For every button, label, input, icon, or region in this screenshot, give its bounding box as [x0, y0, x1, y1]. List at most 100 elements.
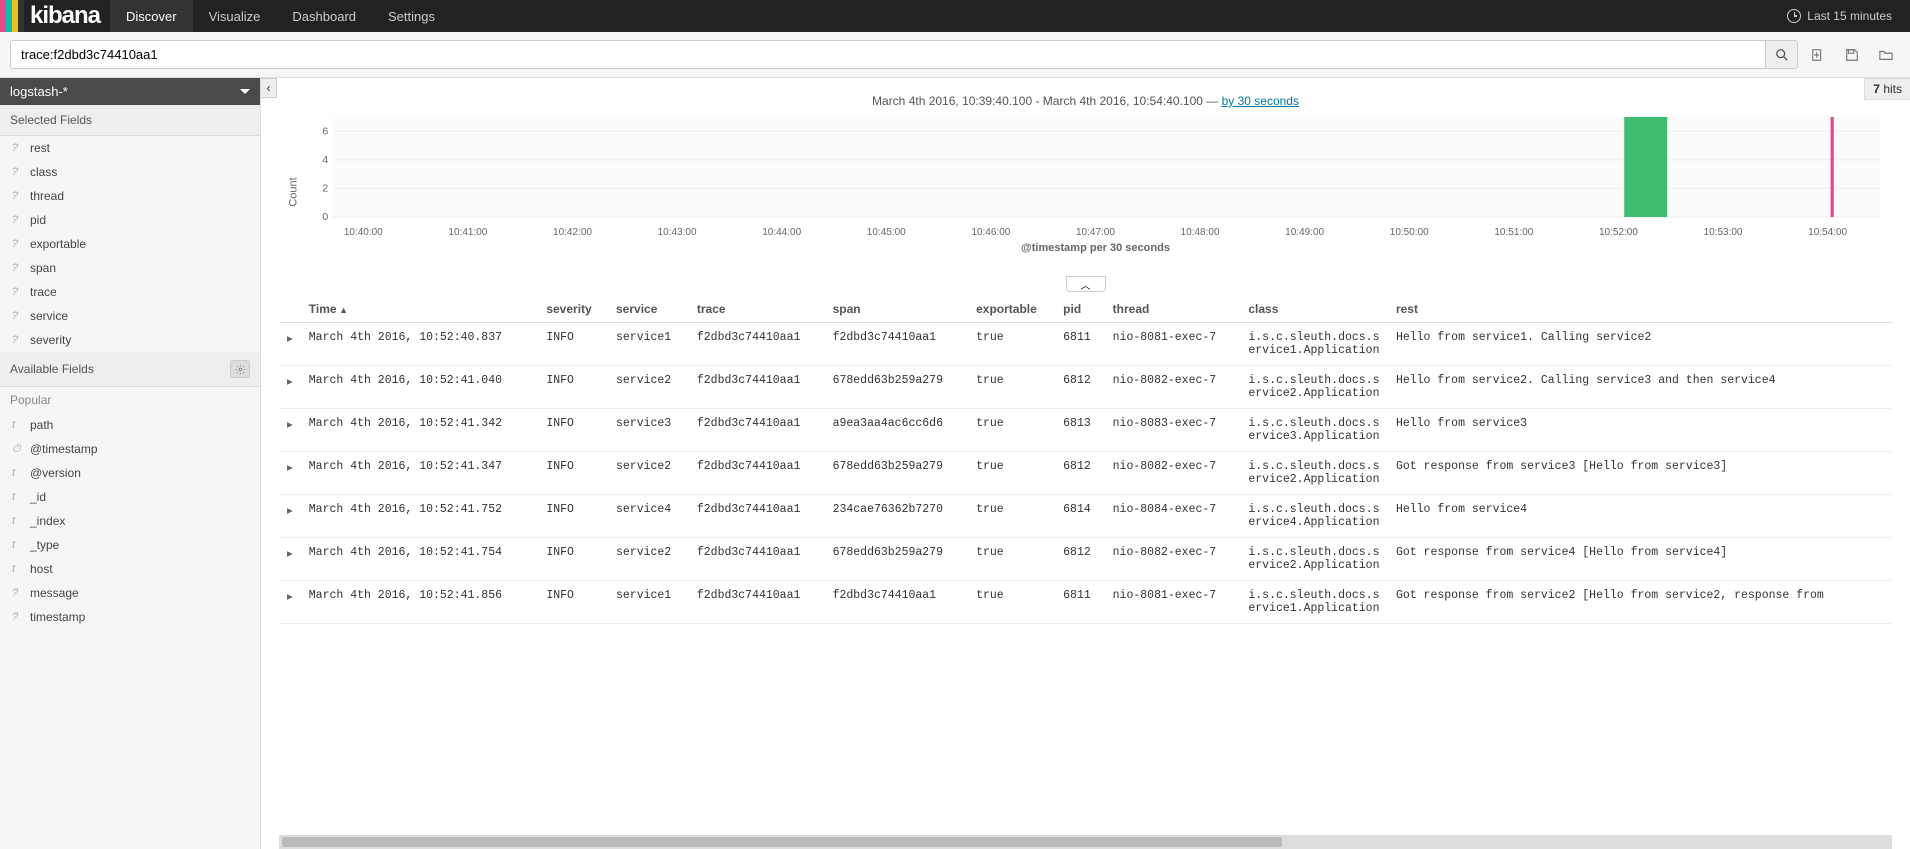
field-severity[interactable]: ?severity [0, 328, 260, 352]
histogram-bar[interactable] [1624, 117, 1667, 217]
expand-row-button[interactable]: ▸ [279, 495, 301, 538]
cell-trace: f2dbd3c74410aa1 [689, 323, 825, 366]
field-pid[interactable]: ?pid [0, 208, 260, 232]
field-thread[interactable]: ? thread [0, 184, 260, 208]
col-time[interactable]: Time [301, 296, 539, 323]
expand-row-button[interactable]: ▸ [279, 452, 301, 495]
cell-pid: 6814 [1055, 495, 1105, 538]
cell-rest: Got response from service3 [Hello from s… [1388, 452, 1892, 495]
cell-thread: nio-8082-exec-7 [1105, 538, 1241, 581]
field-timestamp[interactable]: ?timestamp [0, 605, 260, 629]
expand-row-button[interactable]: ▸ [279, 538, 301, 581]
field-type-icon: ? [12, 238, 22, 250]
time-picker-label: Last 15 minutes [1807, 9, 1892, 23]
field-name: thread [30, 189, 64, 203]
field-rest[interactable]: ?rest [0, 136, 260, 160]
col-exportable[interactable]: exportable [968, 296, 1055, 323]
time-picker[interactable]: Last 15 minutes [1787, 0, 1910, 32]
cell-time: March 4th 2016, 10:52:40.837 [301, 323, 539, 366]
field-type-icon: ⏱ [12, 443, 22, 456]
cell-service: service4 [608, 495, 689, 538]
histogram-bar[interactable] [1831, 117, 1834, 217]
field-path[interactable]: tpath [0, 413, 260, 437]
x-tick: 10:52:00 [1566, 227, 1671, 238]
time-range-display: March 4th 2016, 10:39:40.100 - March 4th… [261, 78, 1910, 112]
horizontal-scrollbar[interactable] [279, 835, 1892, 849]
field-@timestamp[interactable]: ⏱@timestamp [0, 437, 260, 461]
field-host[interactable]: thost [0, 557, 260, 581]
svg-text:0: 0 [322, 212, 328, 222]
table-row: ▸March 4th 2016, 10:52:40.837INFOservice… [279, 323, 1892, 366]
field-name: _index [30, 514, 65, 528]
top-navbar: kibana DiscoverVisualizeDashboardSetting… [0, 0, 1910, 32]
table-row: ▸March 4th 2016, 10:52:41.856INFOservice… [279, 581, 1892, 624]
nav-tab-dashboard[interactable]: Dashboard [276, 0, 372, 32]
x-tick: 10:53:00 [1671, 227, 1776, 238]
cell-class: i.s.c.sleuth.docs.service2.Application [1240, 538, 1388, 581]
field-type-icon: ? [12, 190, 22, 202]
x-tick: 10:50:00 [1357, 227, 1462, 238]
field-class[interactable]: ?class [0, 160, 260, 184]
interval-link[interactable]: by 30 seconds [1222, 94, 1299, 108]
field-type-icon: t [12, 515, 22, 527]
histogram-chart[interactable]: Count 0246 10:40:0010:41:0010:42:0010:43… [261, 112, 1910, 272]
x-tick: 10:46:00 [939, 227, 1044, 238]
field-type-icon: ? [12, 142, 22, 154]
table-row: ▸March 4th 2016, 10:52:41.342INFOservice… [279, 409, 1892, 452]
nav-tab-settings[interactable]: Settings [372, 0, 451, 32]
field-@version[interactable]: t@version [0, 461, 260, 485]
field-name: path [30, 418, 53, 432]
cell-span: 678edd63b259a279 [825, 538, 969, 581]
col-service[interactable]: service [608, 296, 689, 323]
cell-thread: nio-8081-exec-7 [1105, 323, 1241, 366]
col-thread[interactable]: thread [1105, 296, 1241, 323]
svg-text:2: 2 [322, 184, 328, 195]
new-search-button[interactable] [1804, 40, 1832, 69]
cell-exportable: true [968, 538, 1055, 581]
col-pid[interactable]: pid [1055, 296, 1105, 323]
open-search-button[interactable] [1872, 40, 1900, 69]
col-class[interactable]: class [1240, 296, 1388, 323]
col-span[interactable]: span [825, 296, 969, 323]
search-button[interactable] [1765, 41, 1797, 68]
new-icon [1811, 48, 1825, 62]
cell-pid: 6811 [1055, 581, 1105, 624]
cell-time: March 4th 2016, 10:52:41.342 [301, 409, 539, 452]
collapse-sidebar-button[interactable]: ‹ [261, 78, 277, 98]
cell-severity: INFO [538, 366, 608, 409]
field-span[interactable]: ?span [0, 256, 260, 280]
col-trace[interactable]: trace [689, 296, 825, 323]
cell-exportable: true [968, 366, 1055, 409]
col-rest[interactable]: rest [1388, 296, 1892, 323]
cell-class: i.s.c.sleuth.docs.service1.Application [1240, 323, 1388, 366]
field-filter-button[interactable] [230, 360, 250, 378]
field-service[interactable]: ?service [0, 304, 260, 328]
save-search-button[interactable] [1838, 40, 1866, 69]
col-severity[interactable]: severity [538, 296, 608, 323]
cell-pid: 6812 [1055, 538, 1105, 581]
table-row: ▸March 4th 2016, 10:52:41.752INFOservice… [279, 495, 1892, 538]
field-trace[interactable]: ?trace [0, 280, 260, 304]
field-message[interactable]: ?message [0, 581, 260, 605]
table-row: ▸March 4th 2016, 10:52:41.040INFOservice… [279, 366, 1892, 409]
field-_id[interactable]: t_id [0, 485, 260, 509]
expand-row-button[interactable]: ▸ [279, 366, 301, 409]
app-logo: kibana [24, 0, 110, 32]
cell-exportable: true [968, 323, 1055, 366]
cell-trace: f2dbd3c74410aa1 [689, 538, 825, 581]
index-pattern-picker[interactable]: logstash-* [0, 78, 260, 105]
collapse-chart-button[interactable]: ︿ [1066, 276, 1106, 292]
expand-row-button[interactable]: ▸ [279, 323, 301, 366]
field-_type[interactable]: t_type [0, 533, 260, 557]
nav-tab-discover[interactable]: Discover [110, 0, 193, 32]
field-_index[interactable]: t _index [0, 509, 260, 533]
gear-icon [235, 364, 246, 375]
x-axis-label: @timestamp per 30 seconds [311, 238, 1880, 254]
search-input[interactable] [11, 41, 1765, 68]
field-exportable[interactable]: ?exportable [0, 232, 260, 256]
nav-tab-visualize[interactable]: Visualize [193, 0, 277, 32]
x-tick: 10:49:00 [1252, 227, 1357, 238]
expand-row-button[interactable]: ▸ [279, 409, 301, 452]
search-icon [1775, 48, 1789, 62]
expand-row-button[interactable]: ▸ [279, 581, 301, 624]
